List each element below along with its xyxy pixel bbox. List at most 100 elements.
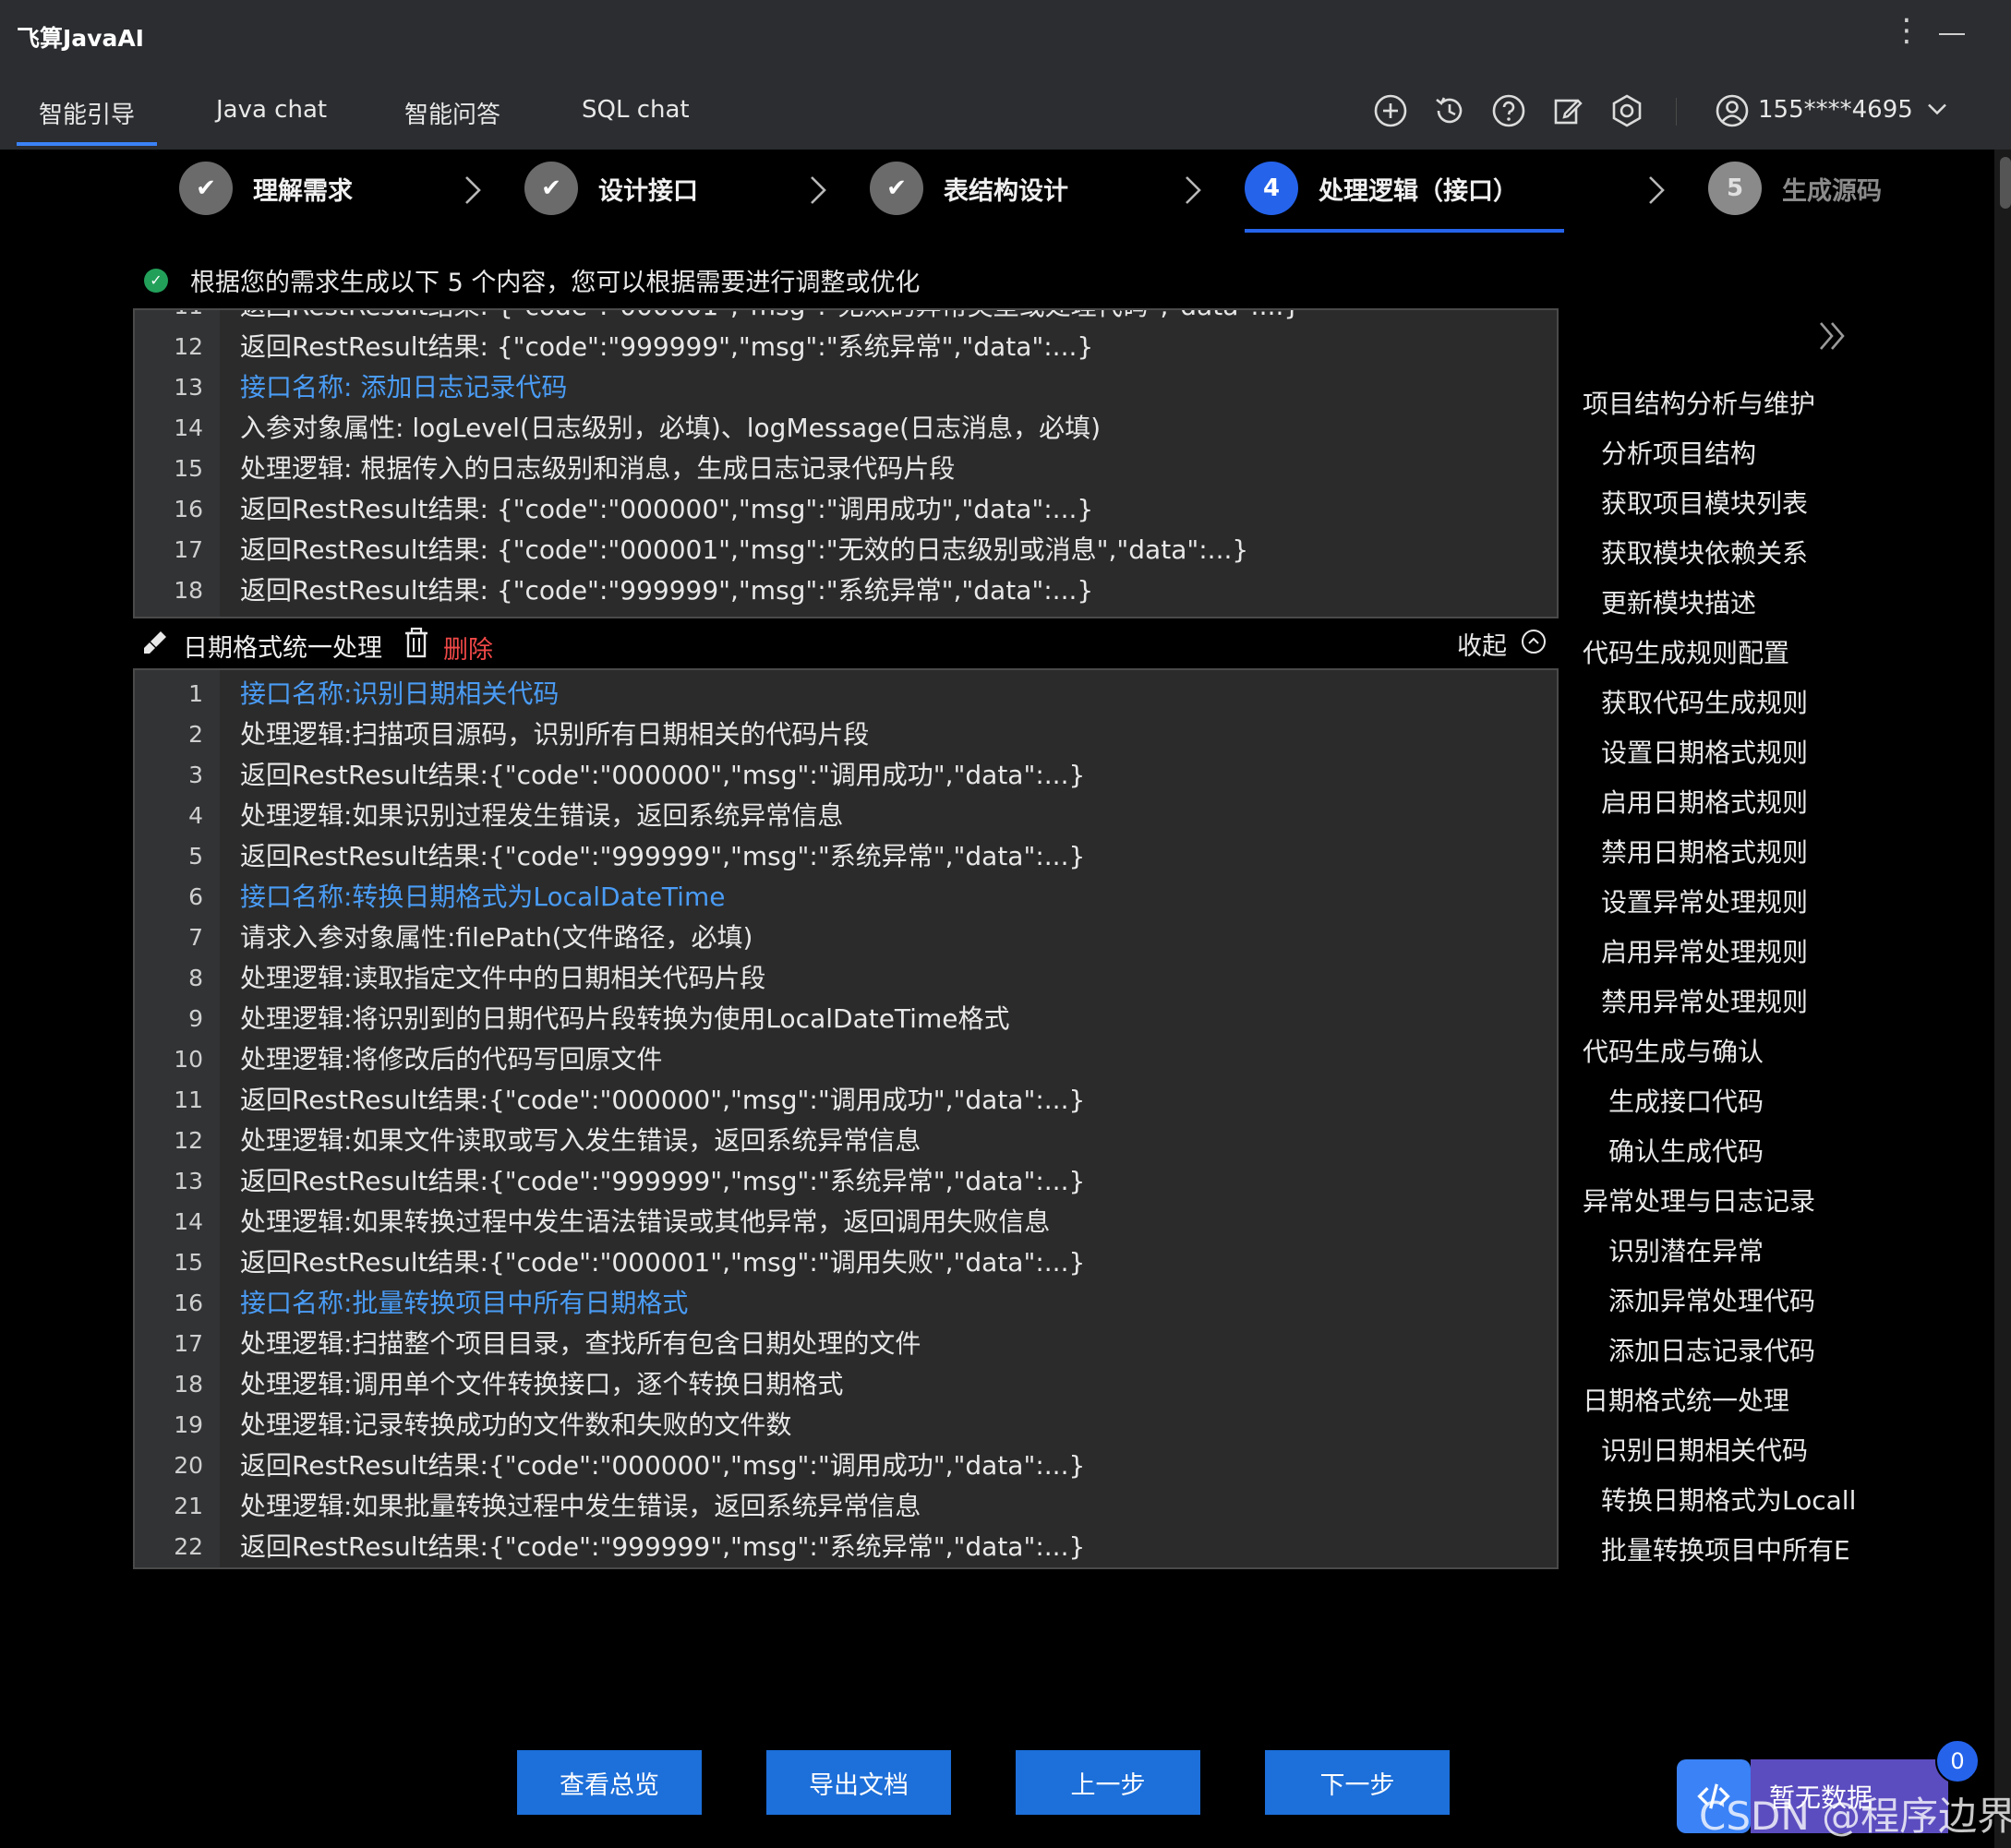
code-line[interactable]: 18 处理逻辑:调用单个文件转换接口，逐个转换日期格式 xyxy=(135,1364,1557,1405)
double-chevron-right-icon[interactable] xyxy=(1815,318,1848,354)
edit-icon[interactable] xyxy=(1549,92,1586,129)
code-line[interactable]: 14 处理逻辑:如果转换过程中发生语法错误或其他异常，返回调用失败信息 xyxy=(135,1202,1557,1242)
code-line[interactable]: 7 请求入参对象属性:filePath(文件路径，必填) xyxy=(135,918,1557,958)
step-label: 表结构设计 xyxy=(944,176,1068,206)
code-text: 处理逻辑:记录转换成功的文件数和失败的文件数 xyxy=(240,1410,792,1440)
scrollbar-thumb[interactable] xyxy=(2000,157,2011,209)
history-icon[interactable] xyxy=(1431,92,1468,129)
line-number: 14 xyxy=(174,1208,203,1235)
delete-button[interactable]: 删除 xyxy=(443,630,493,666)
outline-item[interactable]: 更新模块描述 xyxy=(1601,583,1756,620)
active-tab-indicator xyxy=(17,142,157,146)
code-line[interactable]: 11 返回RestResult结果: {"code":"000001","msg"… xyxy=(135,310,1557,327)
code-text: 处理逻辑:如果识别过程发生错误，返回系统异常信息 xyxy=(240,800,844,831)
step-processing-logic[interactable]: 4 处理逻辑（接口） xyxy=(1245,161,1518,216)
outline-item[interactable]: 添加日志记录代码 xyxy=(1608,1331,1815,1368)
code-line[interactable]: 6 接口名称:转换日期格式为LocalDateTime xyxy=(135,877,1557,918)
step-table-design[interactable]: ✔ 表结构设计 xyxy=(870,161,1068,216)
code-line[interactable]: 11 返回RestResult结果:{"code":"000000","msg":… xyxy=(135,1080,1557,1121)
code-line[interactable]: 17 处理逻辑:扫描整个项目目录，查找所有包含日期处理的文件 xyxy=(135,1324,1557,1364)
tab-sql-chat[interactable]: SQL chat xyxy=(582,96,690,124)
brush-icon xyxy=(144,631,166,654)
line-number: 11 xyxy=(174,1086,203,1113)
outline-item[interactable]: 识别日期相关代码 xyxy=(1601,1431,1808,1468)
outline-group[interactable]: 异常处理与日志记录 xyxy=(1583,1182,1815,1218)
code-line[interactable]: 13 返回RestResult结果:{"code":"999999","msg":… xyxy=(135,1161,1557,1202)
section-title: 日期格式统一处理 xyxy=(183,634,382,663)
step-understand-requirements[interactable]: ✔ 理解需求 xyxy=(179,161,353,216)
settings-icon[interactable] xyxy=(1608,92,1645,129)
outline-item[interactable]: 设置异常处理规则 xyxy=(1601,882,1808,919)
code-line[interactable]: 2 处理逻辑:扫描项目源码，识别所有日期相关的代码片段 xyxy=(135,714,1557,755)
previous-step-button[interactable]: 上一步 xyxy=(1016,1750,1200,1815)
step-number-badge: 5 xyxy=(1708,162,1762,215)
outline-group[interactable]: 代码生成与确认 xyxy=(1583,1032,1764,1069)
page-scrollbar[interactable] xyxy=(1994,150,2011,1848)
code-line[interactable]: 12 返回RestResult结果: {"code":"999999","msg"… xyxy=(135,327,1557,367)
collapse-button[interactable]: 收起 xyxy=(1457,626,1507,662)
code-line[interactable]: 22 返回RestResult结果:{"code":"999999","msg":… xyxy=(135,1527,1557,1567)
code-line[interactable]: 16 返回RestResult结果: {"code":"000000","msg"… xyxy=(135,489,1557,530)
next-step-button[interactable]: 下一步 xyxy=(1265,1750,1450,1815)
code-line[interactable]: 5 返回RestResult结果:{"code":"999999","msg":"… xyxy=(135,836,1557,877)
code-line[interactable]: 9 处理逻辑:将识别到的日期代码片段转换为使用LocalDateTime格式 xyxy=(135,999,1557,1039)
line-number: 5 xyxy=(188,843,203,870)
export-document-button[interactable]: 导出文档 xyxy=(766,1750,951,1815)
user-avatar-icon[interactable] xyxy=(1714,92,1751,129)
code-line[interactable]: 15 返回RestResult结果:{"code":"000001","msg":… xyxy=(135,1242,1557,1283)
outline-item[interactable]: 确认生成代码 xyxy=(1608,1132,1764,1169)
step-design-interface[interactable]: ✔ 设计接口 xyxy=(524,161,698,216)
outline-item[interactable]: 启用日期格式规则 xyxy=(1601,783,1808,820)
outline-item[interactable]: 禁用日期格式规则 xyxy=(1601,833,1808,870)
outline-item[interactable]: 启用异常处理规则 xyxy=(1601,932,1808,969)
tab-java-chat[interactable]: Java chat xyxy=(216,96,327,124)
code-line[interactable]: 21 处理逻辑:如果批量转换过程中发生错误，返回系统异常信息 xyxy=(135,1486,1557,1527)
code-line[interactable]: 8 处理逻辑:读取指定文件中的日期相关代码片段 xyxy=(135,958,1557,999)
minimize-icon[interactable] xyxy=(1939,33,1965,35)
code-line[interactable]: 17 返回RestResult结果: {"code":"000001","msg"… xyxy=(135,530,1557,570)
code-line[interactable]: 1 接口名称:识别日期相关代码 xyxy=(135,674,1557,714)
code-line[interactable]: 14 入参对象属性: logLevel(日志级别，必填)、logMessage(日… xyxy=(135,408,1557,449)
code-line[interactable]: 10 处理逻辑:将修改后的代码写回原文件 xyxy=(135,1039,1557,1080)
view-overview-button[interactable]: 查看总览 xyxy=(517,1750,702,1815)
code-line[interactable]: 19 处理逻辑:记录转换成功的文件数和失败的文件数 xyxy=(135,1405,1557,1446)
step-label: 理解需求 xyxy=(253,176,353,206)
code-line[interactable]: 15 处理逻辑: 根据传入的日志级别和消息，生成日志记录代码片段 xyxy=(135,449,1557,489)
trash-icon[interactable] xyxy=(403,626,430,659)
outline-item[interactable]: 获取模块依赖关系 xyxy=(1601,534,1808,570)
code-line[interactable]: 20 返回RestResult结果:{"code":"000000","msg":… xyxy=(135,1446,1557,1486)
outline-group[interactable]: 项目结构分析与维护 xyxy=(1583,384,1815,421)
outline-item[interactable]: 转换日期格式为Locall xyxy=(1601,1481,1856,1518)
outline-item[interactable]: 获取代码生成规则 xyxy=(1601,683,1808,720)
step-check-icon: ✔ xyxy=(524,162,578,215)
outline-item[interactable]: 识别潜在异常 xyxy=(1608,1231,1764,1268)
outline-group[interactable]: 日期格式统一处理 xyxy=(1583,1381,1789,1418)
code-line[interactable]: 3 返回RestResult结果:{"code":"000000","msg":"… xyxy=(135,755,1557,796)
add-icon[interactable] xyxy=(1372,92,1409,129)
line-number: 12 xyxy=(174,333,203,360)
code-line[interactable]: 4 处理逻辑:如果识别过程发生错误，返回系统异常信息 xyxy=(135,796,1557,836)
tab-smart-guide[interactable]: 智能引导 xyxy=(39,96,135,130)
outline-item[interactable]: 获取项目模块列表 xyxy=(1601,484,1808,521)
code-line[interactable]: 12 处理逻辑:如果文件读取或写入发生错误，返回系统异常信息 xyxy=(135,1121,1557,1161)
step-generate-source[interactable]: 5 生成源码 xyxy=(1708,161,1882,216)
line-number: 4 xyxy=(188,802,203,829)
code-line[interactable]: 18 返回RestResult结果: {"code":"999999","msg"… xyxy=(135,570,1557,611)
tab-smart-qa[interactable]: 智能问答 xyxy=(404,96,500,130)
collapse-up-icon[interactable] xyxy=(1520,628,1547,655)
code-panel-date-format[interactable]: 1 接口名称:识别日期相关代码 2 处理逻辑:扫描项目源码，识别所有日期相关的代码片段… xyxy=(133,668,1559,1569)
more-options-icon[interactable]: ⋮ xyxy=(1891,15,1922,46)
outline-item[interactable]: 添加异常处理代码 xyxy=(1608,1281,1815,1318)
user-phone[interactable]: 155****4695 xyxy=(1758,96,1913,124)
outline-item[interactable]: 批量转换项目中所有E xyxy=(1601,1530,1850,1567)
outline-item[interactable]: 禁用异常处理规则 xyxy=(1601,982,1808,1019)
code-line[interactable]: 16 接口名称:批量转换项目中所有日期格式 xyxy=(135,1283,1557,1324)
outline-item[interactable]: 分析项目结构 xyxy=(1601,434,1756,471)
outline-item[interactable]: 生成接口代码 xyxy=(1608,1082,1764,1119)
code-panel-logging[interactable]: 11 返回RestResult结果: {"code":"000001","msg"… xyxy=(133,308,1559,618)
chevron-down-icon[interactable] xyxy=(1921,92,1954,129)
outline-item[interactable]: 设置日期格式规则 xyxy=(1601,733,1808,770)
outline-group[interactable]: 代码生成规则配置 xyxy=(1583,633,1789,670)
code-line[interactable]: 13 接口名称: 添加日志记录代码 xyxy=(135,367,1557,408)
help-icon[interactable] xyxy=(1490,92,1527,129)
